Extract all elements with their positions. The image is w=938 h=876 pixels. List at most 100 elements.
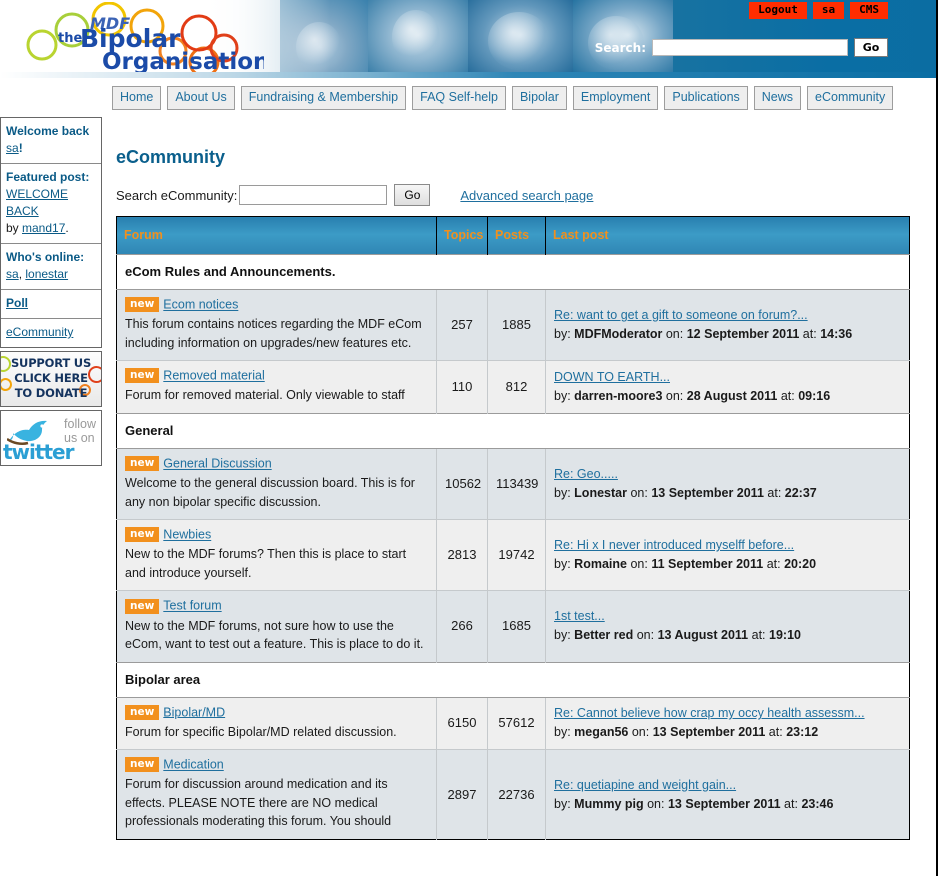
last-post-time: 20:20 bbox=[784, 557, 817, 572]
last-post-on-label: on: bbox=[636, 628, 655, 643]
forum-description: Welcome to the general discussion board.… bbox=[125, 476, 415, 509]
nav-home[interactable]: Home bbox=[112, 86, 162, 110]
sidebar-welcome: Welcome back sa! bbox=[1, 118, 101, 164]
last-post-time: 23:46 bbox=[801, 796, 834, 811]
posts-count: 113439 bbox=[487, 447, 546, 520]
last-post-cell: Re: Hi x I never introduced myselff befo… bbox=[545, 519, 910, 591]
last-post-date: 13 September 2011 bbox=[651, 486, 764, 500]
sidebar-ecommunity[interactable]: eCommunity bbox=[1, 319, 101, 347]
forum-cell: new Ecom notices This forum contains notic… bbox=[116, 288, 437, 361]
topics-count: 6150 bbox=[436, 696, 488, 750]
cms-button[interactable]: CMS bbox=[850, 2, 888, 19]
twitter-banner[interactable]: follow us on twitter bbox=[0, 410, 102, 466]
donate-line-3: TO DONATE bbox=[14, 386, 88, 400]
nav-about-us[interactable]: About Us bbox=[167, 86, 235, 110]
forum-link[interactable]: Removed material bbox=[163, 369, 264, 383]
forum-description: This forum contains notices regarding th… bbox=[125, 317, 422, 350]
svg-text:the: the bbox=[58, 31, 82, 46]
last-post-time: 14:36 bbox=[820, 327, 853, 342]
forum-cell: new Test forum New to the MDF forums, not … bbox=[116, 590, 437, 663]
topics-count: 2813 bbox=[436, 519, 488, 591]
welcome-user-link[interactable]: sa bbox=[6, 141, 19, 155]
topics-count: 257 bbox=[436, 288, 488, 361]
ecommunity-search-go-button[interactable]: Go bbox=[394, 184, 431, 206]
new-badge: new bbox=[125, 297, 160, 313]
twitter-wordmark: twitter bbox=[3, 440, 74, 464]
nav-ecommunity[interactable]: eCommunity bbox=[807, 86, 894, 110]
forum-link[interactable]: General Discussion bbox=[163, 457, 271, 471]
column-header-topics[interactable]: Topics bbox=[436, 216, 488, 255]
last-post-time: 19:10 bbox=[769, 628, 801, 643]
nav-employment[interactable]: Employment bbox=[572, 86, 659, 110]
column-header-posts[interactable]: Posts bbox=[487, 216, 546, 255]
logout-button[interactable]: Logout bbox=[749, 2, 807, 19]
username-button[interactable]: sa bbox=[812, 2, 845, 19]
donate-text: SUPPORT US CLICK HERE TO DONATE bbox=[1, 356, 101, 401]
last-post-link[interactable]: Re: quetiapine and weight gain... bbox=[554, 778, 901, 792]
last-post-date: 28 August 2011 bbox=[686, 389, 778, 404]
advanced-search-link[interactable]: Advanced search page bbox=[460, 188, 593, 203]
forum-section-title: General bbox=[116, 412, 910, 449]
topics-count: 266 bbox=[436, 590, 488, 663]
forum-description: New to the MDF forums? Then this is plac… bbox=[125, 547, 407, 580]
nav-news[interactable]: News bbox=[753, 86, 802, 110]
topics-count: 110 bbox=[436, 360, 488, 414]
last-post-author: darren-moore3 bbox=[574, 389, 663, 404]
forum-link[interactable]: Bipolar/MD bbox=[163, 705, 225, 719]
forum-link[interactable]: Test forum bbox=[163, 599, 221, 613]
column-header-forum[interactable]: Forum bbox=[116, 216, 437, 255]
featured-post-link[interactable]: WELCOME BACK bbox=[6, 187, 68, 218]
forum-section-header: Bipolar area bbox=[116, 661, 910, 698]
last-post-on-label: on: bbox=[631, 725, 650, 740]
last-post-on-label: on: bbox=[630, 486, 648, 500]
nav-bipolar[interactable]: Bipolar bbox=[511, 86, 567, 110]
column-header-last-post[interactable]: Last post bbox=[545, 216, 910, 255]
nav-faq-self-help[interactable]: FAQ Self-help bbox=[412, 86, 506, 110]
forum-link[interactable]: Medication bbox=[163, 758, 223, 772]
posts-count: 19742 bbox=[487, 519, 546, 591]
topics-count: 2897 bbox=[436, 749, 488, 840]
online-user-lonestar[interactable]: lonestar bbox=[25, 267, 68, 281]
forum-link[interactable]: Newbies bbox=[163, 528, 211, 542]
last-post-meta: by: Mummy pig on: 13 September 2011 at: … bbox=[554, 797, 901, 811]
featured-dot: . bbox=[65, 221, 69, 235]
last-post-link[interactable]: DOWN TO EARTH... bbox=[554, 370, 901, 384]
site-search-input[interactable] bbox=[652, 39, 848, 56]
last-post-meta: by: Lonestar on: 13 September 2011 at: 2… bbox=[554, 486, 901, 500]
forum-cell: new Removed material Forum for removed mat… bbox=[116, 360, 437, 414]
last-post-meta: by: darren-moore3 on: 28 August 2011 at:… bbox=[554, 389, 901, 403]
last-post-at-label: at: bbox=[766, 557, 781, 572]
last-post-link[interactable]: 1st test... bbox=[554, 609, 901, 623]
topics-count: 10562 bbox=[436, 447, 488, 520]
last-post-link[interactable]: Re: want to get a gift to someone on for… bbox=[554, 308, 901, 322]
site-search-go-button[interactable]: Go bbox=[854, 38, 888, 57]
nav-fundraising-membership[interactable]: Fundraising & Membership bbox=[240, 86, 407, 110]
sidebar: Welcome back sa! Featured post: WELCOME … bbox=[0, 117, 102, 466]
last-post-cell: Re: want to get a gift to someone on for… bbox=[545, 288, 910, 361]
last-post-link[interactable]: Re: Hi x I never introduced myselff befo… bbox=[554, 538, 901, 552]
donate-banner[interactable]: SUPPORT US CLICK HERE TO DONATE bbox=[0, 351, 102, 407]
last-post-link[interactable]: Re: Cannot believe how crap my occy heal… bbox=[554, 706, 901, 720]
site-logo[interactable]: MDF the Bipolar Organisation bbox=[14, 2, 264, 76]
last-post-date: 11 September 2011 bbox=[651, 557, 764, 572]
sidebar-whos-online: Who's online: sa, lonestar bbox=[1, 244, 101, 290]
sidebar-poll[interactable]: Poll bbox=[1, 290, 101, 319]
sidebar-panel: Welcome back sa! Featured post: WELCOME … bbox=[0, 117, 102, 348]
account-buttons: Logout sa CMS bbox=[749, 2, 888, 19]
ecommunity-link[interactable]: eCommunity bbox=[6, 325, 73, 339]
forum-description: Forum for discussion around medication a… bbox=[125, 777, 392, 829]
last-post-author: Lonestar bbox=[574, 486, 627, 500]
last-post-author: MDFModerator bbox=[574, 327, 663, 342]
welcome-text: Welcome back bbox=[6, 124, 90, 138]
main-navigation: Home About Us Fundraising & Membership F… bbox=[0, 78, 936, 117]
last-post-link[interactable]: Re: Geo..... bbox=[554, 467, 901, 481]
new-badge: new bbox=[125, 368, 160, 384]
new-badge: new bbox=[125, 757, 160, 773]
poll-link[interactable]: Poll bbox=[6, 296, 28, 310]
nav-publications[interactable]: Publications bbox=[664, 86, 748, 110]
last-post-date: 12 September 2011 bbox=[686, 327, 800, 342]
forum-link[interactable]: Ecom notices bbox=[163, 298, 238, 312]
ecommunity-search-input[interactable] bbox=[239, 185, 388, 205]
featured-author-link[interactable]: mand17 bbox=[22, 221, 65, 235]
online-user-sa[interactable]: sa bbox=[6, 267, 19, 281]
